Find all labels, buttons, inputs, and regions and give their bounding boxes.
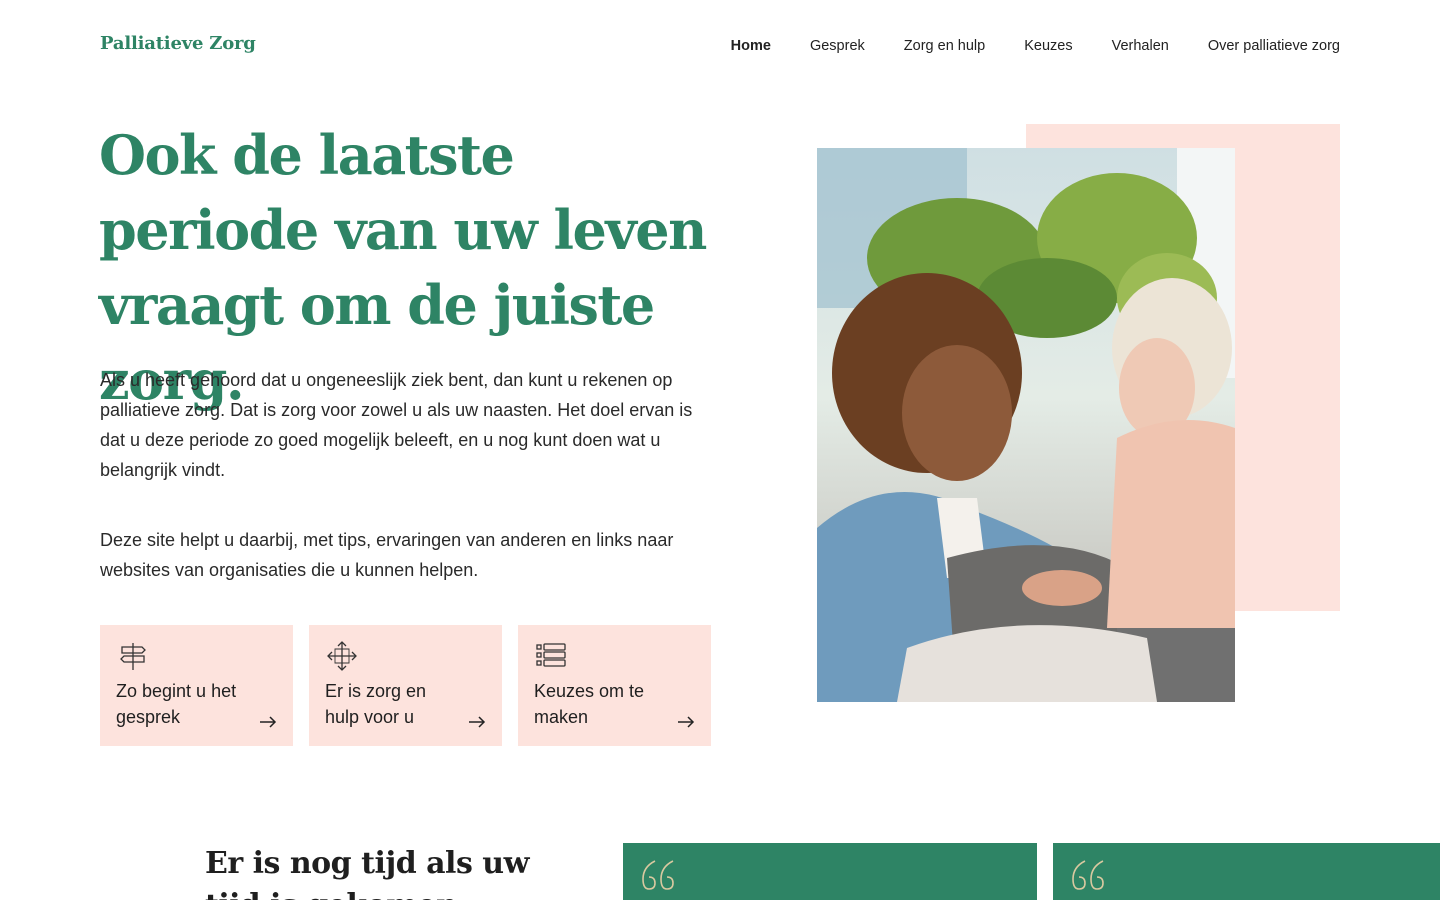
signpost-icon [120,643,146,670]
nav-item-home[interactable]: Home [731,38,771,54]
nav-item-keuzes[interactable]: Keuzes [1024,38,1072,54]
site-logo[interactable]: Palliatieve Zorg [100,33,256,54]
arrow-right-icon [678,716,695,728]
quote-icon [1072,860,1104,890]
card-keuzes[interactable]: Keuzes om te maken [518,625,711,746]
arrow-right-icon [260,716,277,728]
card-zorg-en-hulp[interactable]: Er is zorg en hulp voor u [309,625,502,746]
directions-icon [327,641,357,671]
card-label: Er is zorg en hulp voor u [325,681,427,727]
main-navigation: Home Gesprek Zorg en hulp Keuzes Verhale… [731,38,1340,54]
nav-item-gesprek[interactable]: Gesprek [810,38,865,54]
card-gesprek[interactable]: Zo begint u het gesprek [100,625,293,746]
nav-item-zorg-en-hulp[interactable]: Zorg en hulp [904,38,985,54]
nav-item-over-palliatieve-zorg[interactable]: Over palliatieve zorg [1208,38,1340,54]
topic-cards: Zo begint u het gesprek Er is zorg en hu… [100,625,711,746]
quote-card[interactable] [1053,843,1440,900]
arrow-right-icon [469,716,486,728]
hero-photo [817,148,1235,702]
intro-paragraph-2: Deze site helpt u daarbij, met tips, erv… [100,530,674,580]
quote-icon [642,860,674,890]
quote-card[interactable] [623,843,1037,900]
nav-item-verhalen[interactable]: Verhalen [1112,38,1169,54]
intro-paragraph-1: Als u heeft gehoord dat u ongeneeslijk z… [100,370,693,480]
section-title: Er is nog tijd als uw tijd is gekomen [205,846,529,900]
checklist-icon [536,643,566,667]
card-label: Zo begint u het gesprek [116,681,237,727]
card-label: Keuzes om te maken [534,681,645,727]
